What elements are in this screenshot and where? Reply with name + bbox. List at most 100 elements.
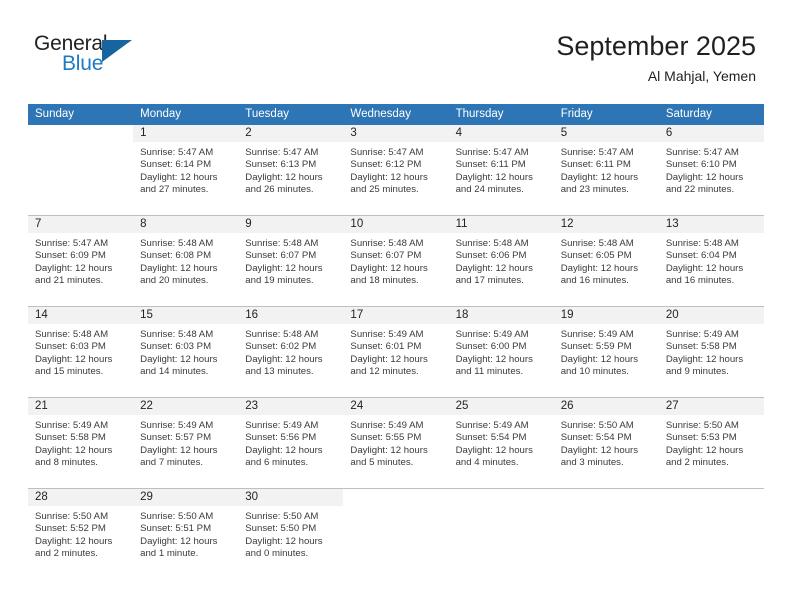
day-cell-content: 21 Sunrise: 5:49 AM Sunset: 5:58 PM Dayligh… (28, 398, 134, 488)
day-sun-info: Sunrise: 5:49 AM Sunset: 5:58 PM Daylight:… (28, 415, 133, 469)
day-number: 22 (133, 398, 239, 415)
day-number: 10 (343, 216, 449, 233)
day-number: 30 (238, 489, 344, 506)
day-info-line: and 3 minutes. (560, 456, 624, 468)
day-sun-info: Sunrise: 5:50 AM Sunset: 5:53 PM Daylight:… (659, 415, 764, 469)
day-cell-content: 26 Sunrise: 5:50 AM Sunset: 5:54 PM Dayligh… (553, 398, 659, 488)
day-info-line: and 26 minutes. (245, 183, 314, 195)
calendar-day-cell[interactable]: 6 Sunrise: 5:47 AM Sunset: 6:10 PM Daylight… (658, 125, 764, 216)
day-info-line: Sunrise: 5:48 AM (245, 238, 319, 249)
calendar-day-cell[interactable]: 2 Sunrise: 5:47 AM Sunset: 6:13 PM Daylight… (238, 125, 344, 216)
day-cell-content: 25 Sunrise: 5:49 AM Sunset: 5:54 PM Dayligh… (448, 398, 554, 488)
day-sun-info: Sunrise: 5:49 AM Sunset: 5:54 PM Daylight:… (449, 415, 554, 469)
calendar-week-row: 1 Sunrise: 5:47 AM Sunset: 6:14 PM Daylight… (28, 125, 764, 216)
calendar-day-cell[interactable]: 3 Sunrise: 5:47 AM Sunset: 6:12 PM Daylight… (343, 125, 449, 216)
day-number: 3 (343, 125, 449, 142)
day-cell-content: 12 Sunrise: 5:48 AM Sunset: 6:05 PM Dayligh… (553, 216, 659, 306)
day-info-line: and 23 minutes. (560, 183, 629, 195)
calendar-day-cell[interactable]: 22 Sunrise: 5:49 AM Sunset: 5:57 PM Dayligh… (133, 397, 239, 489)
day-info-line: and 8 minutes. (35, 456, 98, 468)
day-info-line: Sunset: 6:07 PM (245, 250, 317, 262)
day-number: 17 (343, 307, 449, 324)
calendar-header-row: Sunday Monday Tuesday Wednesday Thursday Frid… (28, 104, 764, 125)
calendar-day-cell[interactable]: 24 Sunrise: 5:49 AM Sunset: 5:55 PM Dayligh… (343, 397, 449, 489)
day-info-line: Sunset: 6:02 PM (245, 341, 317, 353)
day-info-line: Daylight: 12 hours (245, 353, 323, 365)
day-number: 20 (658, 307, 764, 324)
day-info-line: Daylight: 12 hours (455, 262, 533, 274)
calendar-day-cell[interactable]: 7 Sunrise: 5:47 AM Sunset: 6:09 PM Daylight… (28, 215, 134, 307)
day-info-line: Sunrise: 5:49 AM (455, 329, 529, 340)
calendar-day-cell[interactable]: 25 Sunrise: 5:49 AM Sunset: 5:54 PM Dayligh… (448, 397, 554, 489)
day-info-line: and 11 minutes. (455, 365, 524, 377)
day-info-line: Sunrise: 5:49 AM (560, 329, 634, 340)
calendar-day-cell[interactable]: 10 Sunrise: 5:48 AM Sunset: 6:07 PM Dayligh… (343, 215, 449, 307)
calendar-day-cell[interactable]: 12 Sunrise: 5:48 AM Sunset: 6:05 PM Dayligh… (553, 215, 659, 307)
day-info-line: Sunset: 6:07 PM (350, 250, 422, 262)
day-info-line: Daylight: 12 hours (140, 353, 218, 365)
day-info-line: Daylight: 12 hours (245, 535, 323, 547)
day-cell-content (658, 489, 764, 579)
day-sun-info: Sunrise: 5:49 AM Sunset: 6:01 PM Daylight:… (343, 324, 448, 378)
day-number: 14 (28, 307, 134, 324)
calendar-day-cell[interactable]: 23 Sunrise: 5:49 AM Sunset: 5:56 PM Dayligh… (238, 397, 344, 489)
calendar-day-cell[interactable]: 30 Sunrise: 5:50 AM Sunset: 5:50 PM Dayligh… (238, 488, 344, 579)
day-cell-content: 29 Sunrise: 5:50 AM Sunset: 5:51 PM Dayligh… (133, 489, 239, 579)
calendar-day-cell[interactable]: 11 Sunrise: 5:48 AM Sunset: 6:06 PM Dayligh… (448, 215, 554, 307)
day-sun-info: Sunrise: 5:48 AM Sunset: 6:06 PM Daylight:… (449, 233, 554, 287)
day-number: 19 (553, 307, 659, 324)
day-number: 18 (448, 307, 554, 324)
day-info-line: Sunrise: 5:50 AM (245, 511, 319, 522)
day-sun-info: Sunrise: 5:47 AM Sunset: 6:14 PM Daylight:… (133, 142, 238, 196)
day-number: 9 (238, 216, 344, 233)
day-number: 12 (553, 216, 659, 233)
calendar-day-cell[interactable]: 21 Sunrise: 5:49 AM Sunset: 5:58 PM Dayligh… (28, 397, 134, 489)
calendar-day-cell[interactable]: 28 Sunrise: 5:50 AM Sunset: 5:52 PM Dayligh… (28, 488, 134, 579)
calendar-day-cell[interactable]: 29 Sunrise: 5:50 AM Sunset: 5:51 PM Dayligh… (133, 488, 239, 579)
day-sun-info: Sunrise: 5:50 AM Sunset: 5:54 PM Daylight:… (554, 415, 659, 469)
day-info-line: and 21 minutes. (35, 274, 104, 286)
day-number (28, 125, 134, 142)
day-cell-content: 8 Sunrise: 5:48 AM Sunset: 6:08 PM Daylight… (133, 216, 239, 306)
calendar-day-cell[interactable]: 1 Sunrise: 5:47 AM Sunset: 6:14 PM Daylight… (133, 125, 239, 216)
day-info-line: Sunset: 5:51 PM (140, 523, 212, 535)
day-sun-info: Sunrise: 5:50 AM Sunset: 5:52 PM Daylight:… (28, 506, 133, 560)
day-cell-content: 9 Sunrise: 5:48 AM Sunset: 6:07 PM Daylight… (238, 216, 344, 306)
day-cell-content: 22 Sunrise: 5:49 AM Sunset: 5:57 PM Dayligh… (133, 398, 239, 488)
calendar-day-cell[interactable]: 5 Sunrise: 5:47 AM Sunset: 6:11 PM Daylight… (553, 125, 659, 216)
calendar-day-cell[interactable]: 17 Sunrise: 5:49 AM Sunset: 6:01 PM Dayligh… (343, 306, 449, 398)
calendar-day-cell[interactable]: 19 Sunrise: 5:49 AM Sunset: 5:59 PM Dayligh… (553, 306, 659, 398)
day-info-line: Daylight: 12 hours (665, 262, 744, 274)
general-blue-logo[interactable]: General Blue (34, 33, 164, 85)
day-cell-content: 28 Sunrise: 5:50 AM Sunset: 5:52 PM Dayligh… (28, 489, 134, 579)
day-sun-info: Sunrise: 5:48 AM Sunset: 6:07 PM Daylight:… (238, 233, 343, 287)
day-info-line: Sunrise: 5:49 AM (665, 329, 739, 340)
day-info-line: and 22 minutes. (665, 183, 735, 195)
day-info-line: Sunset: 5:59 PM (560, 341, 632, 353)
day-cell-content: 24 Sunrise: 5:49 AM Sunset: 5:55 PM Dayligh… (343, 398, 449, 488)
calendar-day-cell[interactable]: 26 Sunrise: 5:50 AM Sunset: 5:54 PM Dayligh… (553, 397, 659, 489)
calendar-day-cell[interactable]: 27 Sunrise: 5:50 AM Sunset: 5:53 PM Dayligh… (658, 397, 764, 489)
calendar-day-cell[interactable]: 4 Sunrise: 5:47 AM Sunset: 6:11 PM Daylight… (448, 125, 554, 216)
day-info-line: Sunset: 6:03 PM (35, 341, 106, 353)
calendar-day-cell[interactable]: 15 Sunrise: 5:48 AM Sunset: 6:03 PM Dayligh… (133, 306, 239, 398)
calendar-day-cell[interactable]: 20 Sunrise: 5:49 AM Sunset: 5:58 PM Dayligh… (658, 306, 764, 398)
calendar-day-cell[interactable]: 8 Sunrise: 5:48 AM Sunset: 6:08 PM Daylight… (133, 215, 239, 307)
day-info-line: Daylight: 12 hours (665, 444, 744, 456)
day-info-line: Sunrise: 5:47 AM (455, 147, 529, 158)
calendar-day-cell[interactable]: 16 Sunrise: 5:48 AM Sunset: 6:02 PM Dayligh… (238, 306, 344, 398)
day-cell-content: 11 Sunrise: 5:48 AM Sunset: 6:06 PM Dayligh… (448, 216, 554, 306)
day-info-line: and 7 minutes. (140, 456, 204, 468)
calendar-day-cell[interactable]: 18 Sunrise: 5:49 AM Sunset: 6:00 PM Dayligh… (448, 306, 554, 398)
day-info-line: and 19 minutes. (245, 274, 314, 286)
day-sun-info: Sunrise: 5:48 AM Sunset: 6:03 PM Daylight:… (133, 324, 238, 378)
day-info-line: Sunset: 5:55 PM (350, 432, 422, 444)
calendar-day-cell[interactable]: 14 Sunrise: 5:48 AM Sunset: 6:03 PM Dayligh… (28, 306, 134, 398)
page-header: General Blue September 2025 Al Mahjal, Y… (0, 0, 792, 104)
day-sun-info: Sunrise: 5:49 AM Sunset: 5:59 PM Daylight:… (554, 324, 659, 378)
logo-triangle-icon (102, 40, 132, 62)
calendar-day-cell[interactable]: 9 Sunrise: 5:48 AM Sunset: 6:07 PM Daylight… (238, 215, 344, 307)
day-info-line: Sunset: 5:54 PM (560, 432, 632, 444)
day-info-line: and 5 minutes. (350, 456, 414, 468)
calendar-day-cell[interactable]: 13 Sunrise: 5:48 AM Sunset: 6:04 PM Dayligh… (658, 215, 764, 307)
